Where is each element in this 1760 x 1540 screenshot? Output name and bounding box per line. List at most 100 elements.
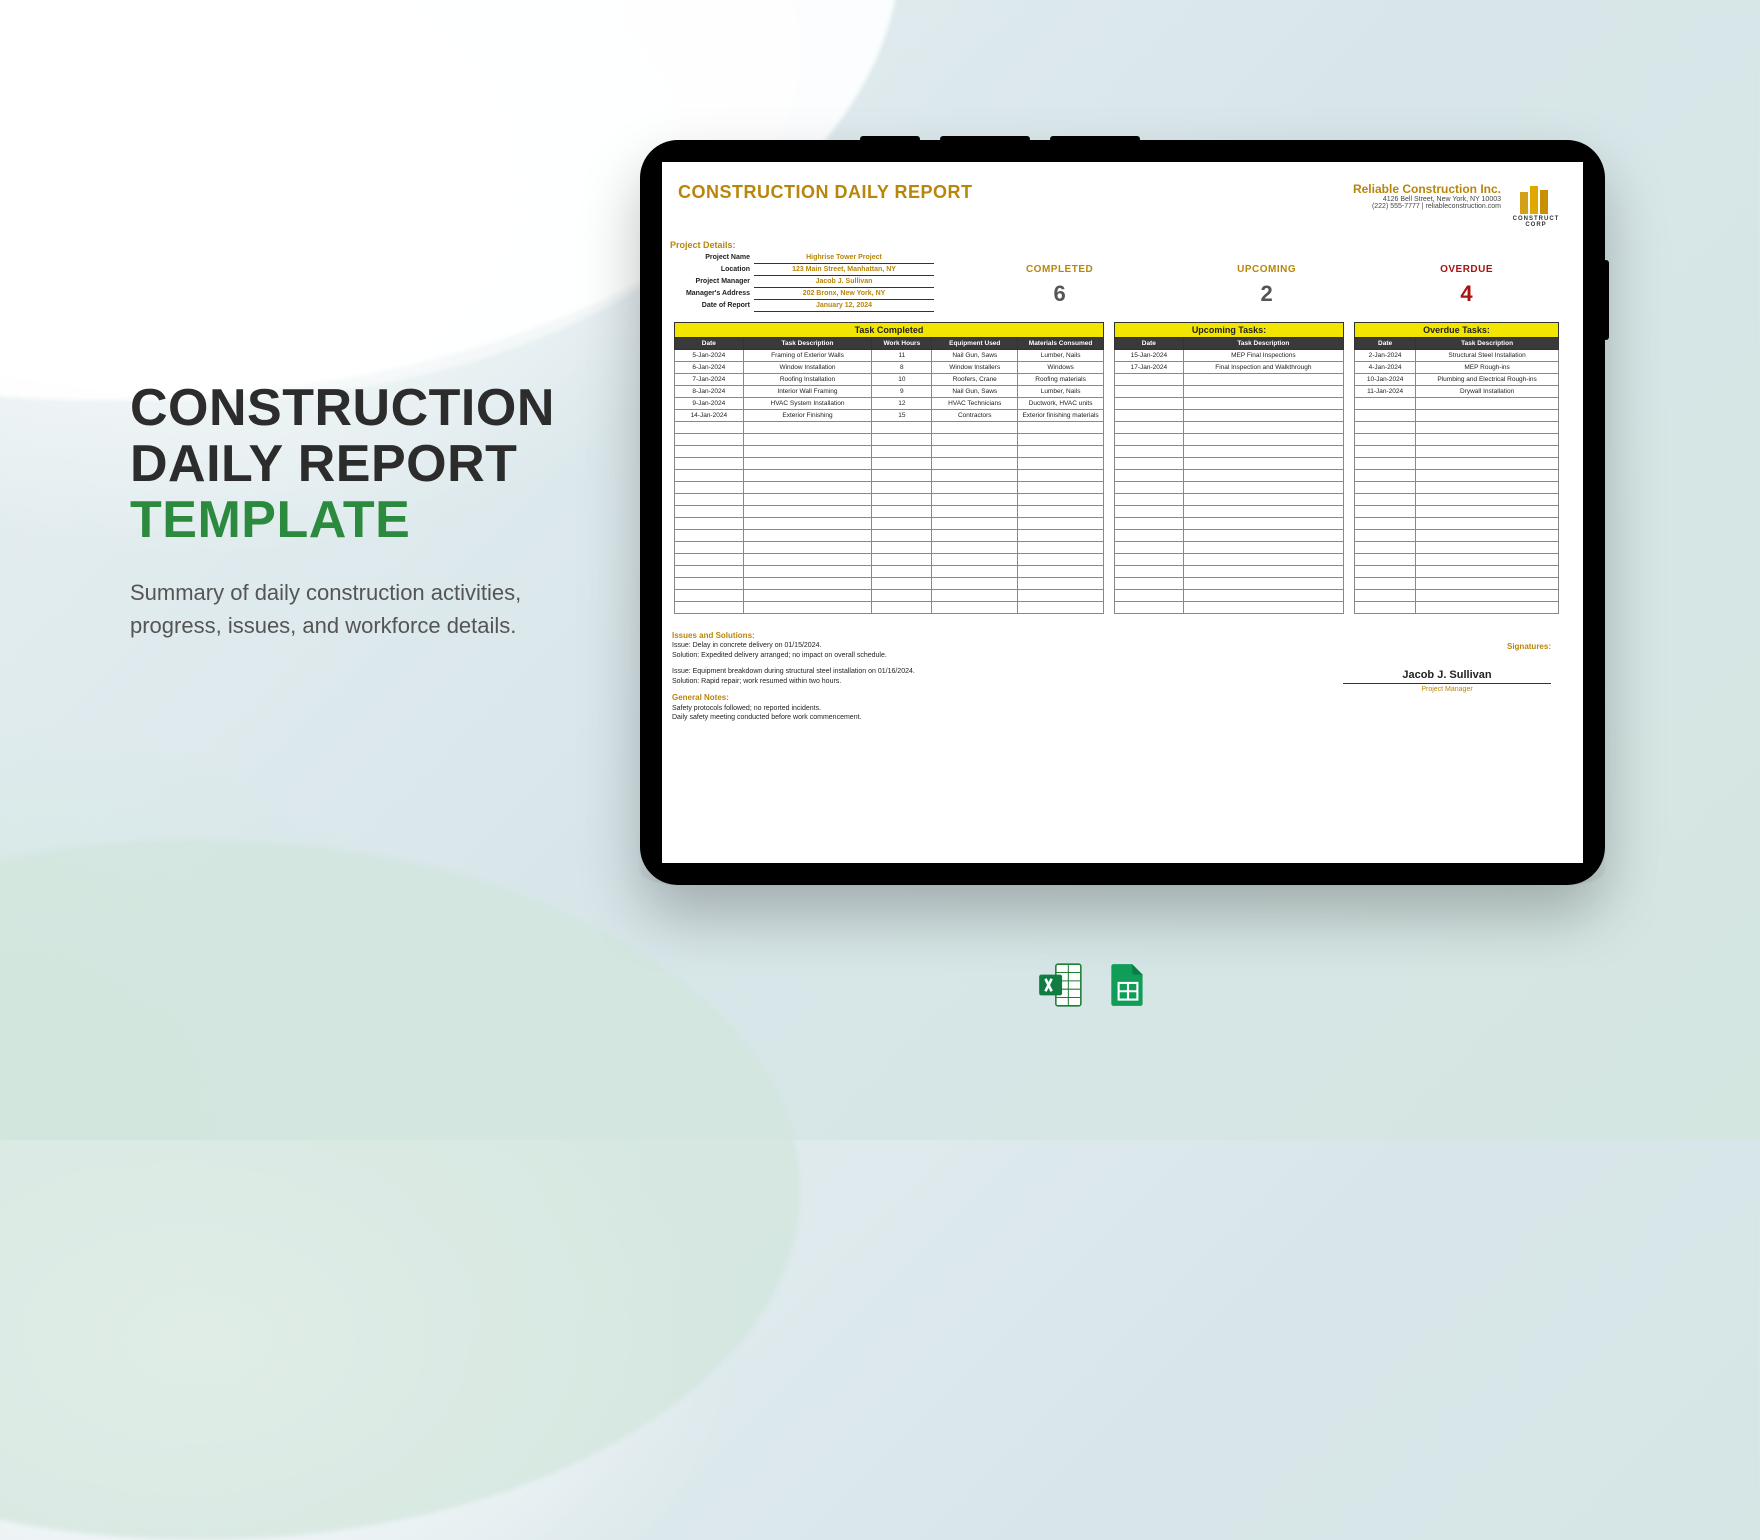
table-cell-empty: [932, 530, 1018, 542]
table-row: 15-Jan-2024MEP Final Inspections: [1115, 350, 1344, 362]
table-cell-empty: [1355, 518, 1416, 530]
table-row-empty: [1355, 518, 1559, 530]
table-cell: Roofing Installation: [743, 374, 872, 386]
field-label: Project Name: [674, 252, 754, 264]
table-row-empty: [1115, 578, 1344, 590]
note-line: Solution: Expedited delivery arranged; n…: [672, 651, 1313, 661]
table-row-empty: [1115, 482, 1344, 494]
table-row-empty: [1355, 506, 1559, 518]
table-cell: 11: [872, 350, 932, 362]
table-row-empty: [1355, 602, 1559, 614]
table-row-empty: [1115, 554, 1344, 566]
table-row-empty: [1355, 578, 1559, 590]
company-info: Reliable Construction Inc. 4126 Bell Str…: [1353, 182, 1501, 210]
table-row-empty: [1355, 542, 1559, 554]
table-cell-empty: [743, 530, 872, 542]
table-cell: 17-Jan-2024: [1115, 362, 1184, 374]
table-cell-empty: [872, 446, 932, 458]
table-cell-empty: [872, 506, 932, 518]
table-cell-empty: [1115, 482, 1184, 494]
table-cell: Window Installers: [932, 362, 1018, 374]
table-cell-empty: [743, 506, 872, 518]
table-row-empty: [675, 530, 1104, 542]
table-row-empty: [1355, 446, 1559, 458]
tablet-button: [1603, 260, 1609, 340]
table-cell-empty: [872, 530, 932, 542]
table-cell-empty: [872, 422, 932, 434]
page-title: CONSTRUCTION DAILY REPORT TEMPLATE: [130, 380, 590, 548]
table-row-empty: [675, 422, 1104, 434]
stat-value: 4: [1440, 281, 1493, 307]
table-cell: Framing of Exterior Walls: [743, 350, 872, 362]
table-cell-empty: [1416, 518, 1559, 530]
table-row-empty: [1355, 470, 1559, 482]
table-cell-empty: [872, 518, 932, 530]
table-cell: 11-Jan-2024: [1355, 386, 1416, 398]
signature-header: Signatures:: [1343, 642, 1551, 651]
table-cell-empty: [743, 422, 872, 434]
table-cell-empty: [1355, 602, 1416, 614]
field-value: 202 Bronx, New York, NY: [754, 288, 934, 300]
stats-row: COMPLETED 6 UPCOMING 2 OVERDUE 4: [954, 252, 1565, 312]
tablet-button: [860, 136, 920, 142]
table-row-empty: [1115, 590, 1344, 602]
table-cell-empty: [1183, 386, 1343, 398]
table-cell-empty: [1183, 470, 1343, 482]
table-cell-empty: [1416, 566, 1559, 578]
field-value: January 12, 2024: [754, 300, 934, 312]
table-completed: Task Completed DateTask DescriptionWork …: [674, 322, 1104, 614]
table-row: 4-Jan-2024MEP Rough-ins: [1355, 362, 1559, 374]
table-cell-empty: [1416, 482, 1559, 494]
table-cell-empty: [1355, 578, 1416, 590]
table-row-empty: [1355, 566, 1559, 578]
table-cell: 5-Jan-2024: [675, 350, 744, 362]
excel-icon: [1035, 960, 1085, 1010]
table-cell-empty: [1115, 542, 1184, 554]
table-cell-empty: [872, 602, 932, 614]
table-row-empty: [675, 518, 1104, 530]
building-icon: [1516, 182, 1556, 214]
table-row-empty: [1355, 434, 1559, 446]
tablet-button: [940, 136, 1030, 142]
table-cell: Exterior Finishing: [743, 410, 872, 422]
stat-upcoming: UPCOMING 2: [1237, 264, 1296, 307]
table-cell-empty: [1183, 398, 1343, 410]
table-row-empty: [675, 506, 1104, 518]
table-cell-empty: [1183, 602, 1343, 614]
table-cell-empty: [743, 554, 872, 566]
company-block: Reliable Construction Inc. 4126 Bell Str…: [1353, 182, 1561, 228]
field-label: Manager's Address: [674, 288, 754, 300]
table-cell-empty: [1115, 410, 1184, 422]
table-cell-empty: [872, 590, 932, 602]
table-row-empty: [1115, 434, 1344, 446]
table-cell: Lumber, Nails: [1018, 386, 1104, 398]
table-row: 5-Jan-2024Framing of Exterior Walls11Nai…: [675, 350, 1104, 362]
table-header: Work Hours: [872, 338, 932, 350]
table-cell-empty: [1183, 566, 1343, 578]
report-title: CONSTRUCTION DAILY REPORT: [678, 182, 973, 203]
table-row-empty: [1115, 542, 1344, 554]
table-cell-empty: [872, 470, 932, 482]
table-title: Upcoming Tasks:: [1114, 322, 1344, 337]
table-cell-empty: [1183, 590, 1343, 602]
stat-label: COMPLETED: [1026, 264, 1093, 275]
table-cell-empty: [872, 542, 932, 554]
table-row: 17-Jan-2024Final Inspection and Walkthro…: [1115, 362, 1344, 374]
table-cell: Nail Gun, Saws: [932, 350, 1018, 362]
signature-block: Signatures: Jacob J. Sullivan Project Ma…: [1343, 624, 1563, 723]
table-header: Task Description: [1183, 338, 1343, 350]
table-cell-empty: [1115, 554, 1184, 566]
table-overdue: Overdue Tasks: DateTask Description2-Jan…: [1354, 322, 1559, 614]
table-header: Equipment Used: [932, 338, 1018, 350]
table-row-empty: [1115, 602, 1344, 614]
table-cell-empty: [1183, 578, 1343, 590]
table-cell-empty: [675, 482, 744, 494]
table-cell-empty: [675, 518, 744, 530]
table-cell: Structural Steel Installation: [1416, 350, 1559, 362]
table-row-empty: [1355, 590, 1559, 602]
table-cell-empty: [1355, 530, 1416, 542]
table-cell: 15: [872, 410, 932, 422]
table-cell-empty: [1355, 566, 1416, 578]
table-cell-empty: [1183, 482, 1343, 494]
table-cell-empty: [1115, 578, 1184, 590]
